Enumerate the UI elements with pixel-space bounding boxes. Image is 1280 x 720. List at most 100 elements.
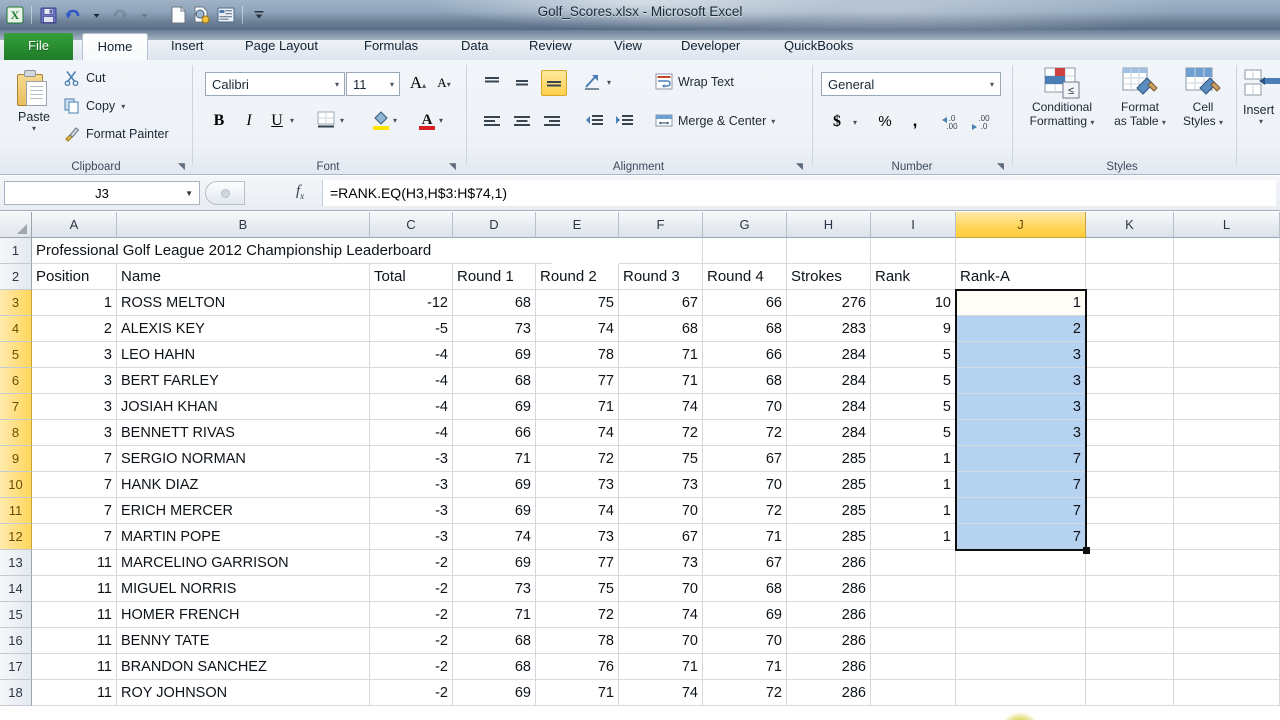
cell-G12[interactable]: 71 xyxy=(703,524,787,550)
row-header-18[interactable]: 18 xyxy=(0,680,32,706)
conditional-formatting-button[interactable]: ≤ Conditional Formatting ▾ xyxy=(1019,66,1105,130)
cell-F3[interactable]: 67 xyxy=(619,290,703,316)
cell-B4[interactable]: ALEXIS KEY xyxy=(117,316,370,342)
copy-button[interactable]: Copy ▾ xyxy=(64,98,125,114)
column-header-f[interactable]: F xyxy=(619,212,703,238)
cell-I5[interactable]: 5 xyxy=(871,342,956,368)
cell-K16[interactable] xyxy=(1086,628,1174,654)
cell-E13[interactable]: 77 xyxy=(536,550,619,576)
cell-E16[interactable]: 78 xyxy=(536,628,619,654)
merge-center-button[interactable]: Merge & Center ▾ xyxy=(655,112,775,130)
number-format-select[interactable]: General ▾ xyxy=(821,72,1001,96)
column-label-j[interactable]: Rank-A xyxy=(956,264,1086,290)
select-all-button[interactable] xyxy=(0,212,32,238)
cell-F17[interactable]: 71 xyxy=(619,654,703,680)
cell-I12[interactable]: 1 xyxy=(871,524,956,550)
cell-D11[interactable]: 69 xyxy=(453,498,536,524)
cell-I9[interactable]: 1 xyxy=(871,446,956,472)
column-label-c[interactable]: Total xyxy=(370,264,453,290)
cell-B12[interactable]: MARTIN POPE xyxy=(117,524,370,550)
orientation-dropdown-icon[interactable]: ▾ xyxy=(607,78,611,87)
cell-G1[interactable] xyxy=(703,238,787,264)
cell-K10[interactable] xyxy=(1086,472,1174,498)
cell-B9[interactable]: SERGIO NORMAN xyxy=(117,446,370,472)
cell-G4[interactable]: 68 xyxy=(703,316,787,342)
cell-H15[interactable]: 286 xyxy=(787,602,871,628)
row-header-2[interactable]: 2 xyxy=(0,264,32,290)
font-name-input[interactable]: Calibri ▾ xyxy=(205,72,345,96)
accounting-format-button[interactable]: $ xyxy=(827,110,847,134)
column-header-c[interactable]: C xyxy=(370,212,453,238)
cell-H18[interactable]: 286 xyxy=(787,680,871,706)
align-bottom-button[interactable] xyxy=(541,70,567,96)
font-color-button[interactable]: A xyxy=(417,110,437,135)
cell-A15[interactable]: 11 xyxy=(32,602,117,628)
underline-button[interactable]: U xyxy=(265,109,289,133)
cell-A7[interactable]: 3 xyxy=(32,394,117,420)
cell-D10[interactable]: 69 xyxy=(453,472,536,498)
cell-J13[interactable] xyxy=(956,550,1086,576)
font-size-dropdown-icon[interactable]: ▾ xyxy=(390,80,394,89)
cell-A18[interactable]: 11 xyxy=(32,680,117,706)
cell-L3[interactable] xyxy=(1174,290,1280,316)
cell-styles-button[interactable]: Cell Styles ▾ xyxy=(1175,66,1231,130)
cell-D4[interactable]: 73 xyxy=(453,316,536,342)
row-header-8[interactable]: 8 xyxy=(0,420,32,446)
cell-D16[interactable]: 68 xyxy=(453,628,536,654)
cell-K8[interactable] xyxy=(1086,420,1174,446)
cell-B7[interactable]: JOSIAH KHAN xyxy=(117,394,370,420)
tab-page-layout[interactable]: Page Layout xyxy=(234,33,329,60)
cell-G3[interactable]: 66 xyxy=(703,290,787,316)
column-label-g[interactable]: Round 4 xyxy=(703,264,787,290)
tab-insert[interactable]: Insert xyxy=(160,33,215,60)
cell-E5[interactable]: 78 xyxy=(536,342,619,368)
cell-C8[interactable]: -4 xyxy=(370,420,453,446)
cell-K6[interactable] xyxy=(1086,368,1174,394)
cell-D5[interactable]: 69 xyxy=(453,342,536,368)
row-header-3[interactable]: 3 xyxy=(0,290,32,316)
cell-B10[interactable]: HANK DIAZ xyxy=(117,472,370,498)
accounting-dropdown-icon[interactable]: ▾ xyxy=(853,118,857,127)
cell-H4[interactable]: 283 xyxy=(787,316,871,342)
cell-A6[interactable]: 3 xyxy=(32,368,117,394)
cell-B17[interactable]: BRANDON SANCHEZ xyxy=(117,654,370,680)
cell-G15[interactable]: 69 xyxy=(703,602,787,628)
cell-L12[interactable] xyxy=(1174,524,1280,550)
decrease-decimal-button[interactable]: .00.0 xyxy=(971,112,995,135)
row-header-6[interactable]: 6 xyxy=(0,368,32,394)
cell-I14[interactable] xyxy=(871,576,956,602)
cell-C12[interactable]: -3 xyxy=(370,524,453,550)
cell-H16[interactable]: 286 xyxy=(787,628,871,654)
cell-A13[interactable]: 11 xyxy=(32,550,117,576)
cell-H5[interactable]: 284 xyxy=(787,342,871,368)
font-size-input[interactable]: 11 ▾ xyxy=(346,72,400,96)
row-header-7[interactable]: 7 xyxy=(0,394,32,420)
cell-F13[interactable]: 73 xyxy=(619,550,703,576)
cell-K7[interactable] xyxy=(1086,394,1174,420)
cell-I11[interactable]: 1 xyxy=(871,498,956,524)
insert-cells-dropdown-icon[interactable]: ▾ xyxy=(1243,117,1279,126)
grow-font-button[interactable]: A▴ xyxy=(407,73,429,95)
cell-A3[interactable]: 1 xyxy=(32,290,117,316)
tab-file[interactable]: File xyxy=(4,33,73,60)
alignment-dialog-launcher-icon[interactable]: ◥ xyxy=(796,161,807,172)
column-label-b[interactable]: Name xyxy=(117,264,370,290)
cell-E9[interactable]: 72 xyxy=(536,446,619,472)
cell-H9[interactable]: 285 xyxy=(787,446,871,472)
cell-F14[interactable]: 70 xyxy=(619,576,703,602)
row-header-17[interactable]: 17 xyxy=(0,654,32,680)
cell-K5[interactable] xyxy=(1086,342,1174,368)
cell-D9[interactable]: 71 xyxy=(453,446,536,472)
column-header-j[interactable]: J xyxy=(956,212,1086,238)
cell-A4[interactable]: 2 xyxy=(32,316,117,342)
column-header-k[interactable]: K xyxy=(1086,212,1174,238)
cell-C7[interactable]: -4 xyxy=(370,394,453,420)
align-left-button[interactable] xyxy=(482,112,502,135)
cell-C4[interactable]: -5 xyxy=(370,316,453,342)
worksheet-grid[interactable]: ABCDEFGHIJKL 1 Professional Golf League 2… xyxy=(0,212,1280,720)
cell-L18[interactable] xyxy=(1174,680,1280,706)
cell-L1[interactable] xyxy=(1174,238,1280,264)
cell-E8[interactable]: 74 xyxy=(536,420,619,446)
cell-F4[interactable]: 68 xyxy=(619,316,703,342)
cell-J7[interactable]: 3 xyxy=(956,394,1086,420)
